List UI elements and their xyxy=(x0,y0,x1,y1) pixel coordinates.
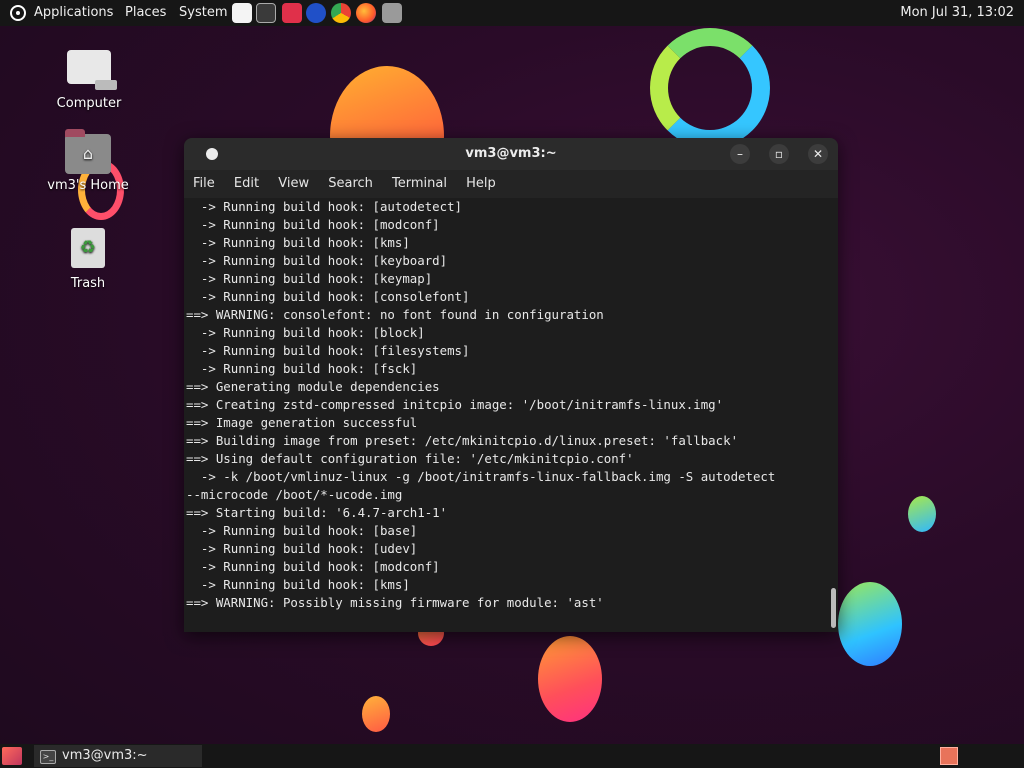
computer-icon xyxy=(67,50,117,90)
fedora-launcher-icon[interactable] xyxy=(306,3,326,23)
firefox-launcher-icon[interactable] xyxy=(356,3,376,23)
screenshot-launcher-icon[interactable] xyxy=(282,3,302,23)
terminal-icon: >_ xyxy=(40,750,56,764)
chrome-launcher-icon[interactable] xyxy=(331,3,351,23)
terminal-scrollbar[interactable] xyxy=(830,198,836,632)
terminal-line: ==> Building image from preset: /etc/mki… xyxy=(186,433,739,448)
desktop-icon-label: Computer xyxy=(56,96,122,111)
file-manager-launcher-icon[interactable] xyxy=(382,3,402,23)
menu-terminal[interactable]: Terminal xyxy=(392,176,447,191)
menu-file[interactable]: File xyxy=(193,176,215,191)
menu-places[interactable]: Places xyxy=(125,0,166,26)
terminal-window: vm3@vm3:~ – ▫ ✕ File Edit View Search Te… xyxy=(184,138,838,632)
clock[interactable]: Mon Jul 31, 13:02 xyxy=(900,0,1014,26)
menu-applications[interactable]: Applications xyxy=(34,0,113,26)
top-panel: Applications Places System Mon Jul 31, 1… xyxy=(0,0,1024,26)
terminal-line: -> Running build hook: [modconf] xyxy=(186,217,440,232)
wallpaper-ring xyxy=(650,28,770,148)
workspace-switcher[interactable] xyxy=(940,747,958,765)
terminal-line: -> Running build hook: [kms] xyxy=(186,577,410,592)
terminal-line: ==> Generating module dependencies xyxy=(186,379,440,394)
terminal-line: ==> Creating zstd-compressed initcpio im… xyxy=(186,397,724,412)
terminal-line: -> Running build hook: [kms] xyxy=(186,235,410,250)
terminal-line: -> Running build hook: [keymap] xyxy=(186,271,433,286)
text-editor-launcher-icon[interactable] xyxy=(232,3,252,23)
menu-view[interactable]: View xyxy=(278,176,309,191)
desktop-icon-home[interactable]: ⌂ vm3's Home xyxy=(43,129,133,193)
terminal-line: ==> Starting build: '6.4.7-arch1-1' xyxy=(186,505,448,520)
menu-system[interactable]: System xyxy=(179,0,227,26)
terminal-line: -> Running build hook: [keyboard] xyxy=(186,253,448,268)
terminal-line: -> Running build hook: [autodetect] xyxy=(186,199,463,214)
desktop-icon-computer[interactable]: Computer xyxy=(44,50,134,111)
menu-help[interactable]: Help xyxy=(466,176,496,191)
terminal-line: -> Running build hook: [filesystems] xyxy=(186,343,470,358)
menu-edit[interactable]: Edit xyxy=(234,176,259,191)
terminal-line: --microcode /boot/*-ucode.img xyxy=(186,487,403,502)
terminal-line: -> -k /boot/vmlinuz-linux -g /boot/initr… xyxy=(186,469,776,484)
terminal-line: ==> WARNING: consolefont: no font found … xyxy=(186,307,604,322)
wallpaper-shape xyxy=(538,636,602,722)
terminal-line: -> Running build hook: [block] xyxy=(186,325,425,340)
home-folder-icon: ⌂ xyxy=(65,129,111,174)
terminal-line: ==> Using default configuration file: '/… xyxy=(186,451,634,466)
taskbar-item-label: vm3@vm3:~ xyxy=(62,748,148,763)
taskbar-item-terminal[interactable]: >_ vm3@vm3:~ xyxy=(34,745,202,767)
close-button[interactable]: ✕ xyxy=(808,144,828,164)
desktop-icon-trash[interactable]: ♻ Trash xyxy=(43,228,133,291)
show-desktop-button[interactable] xyxy=(2,747,22,765)
bottom-panel: >_ vm3@vm3:~ xyxy=(0,744,1024,768)
terminal-line: -> Running build hook: [udev] xyxy=(186,541,418,556)
terminal-output[interactable]: -> Running build hook: [autodetect] -> R… xyxy=(184,198,828,632)
terminal-line: -> Running build hook: [fsck] xyxy=(186,361,418,376)
window-titlebar[interactable]: vm3@vm3:~ – ▫ ✕ xyxy=(184,138,838,170)
terminal-line: ==> Image generation successful xyxy=(186,415,418,430)
maximize-button[interactable]: ▫ xyxy=(769,144,789,164)
terminal-line: -> Running build hook: [modconf] xyxy=(186,559,440,574)
applications-icon[interactable] xyxy=(10,5,26,21)
window-menubar: File Edit View Search Terminal Help xyxy=(184,170,838,198)
scrollbar-thumb[interactable] xyxy=(831,588,836,628)
wallpaper-shape xyxy=(838,582,902,666)
wallpaper-shape xyxy=(908,496,936,532)
terminal-line: ==> WARNING: Possibly missing firmware f… xyxy=(186,595,604,610)
terminal-line: -> Running build hook: [base] xyxy=(186,523,418,538)
desktop-icon-label: Trash xyxy=(70,276,106,291)
desktop-icon-label: vm3's Home xyxy=(47,178,129,193)
menu-search[interactable]: Search xyxy=(328,176,373,191)
minimize-button[interactable]: – xyxy=(730,144,750,164)
wallpaper-shape xyxy=(362,696,390,732)
terminal-launcher-icon[interactable] xyxy=(256,3,276,23)
trash-icon: ♻ xyxy=(71,228,105,268)
terminal-line: -> Running build hook: [consolefont] xyxy=(186,289,470,304)
